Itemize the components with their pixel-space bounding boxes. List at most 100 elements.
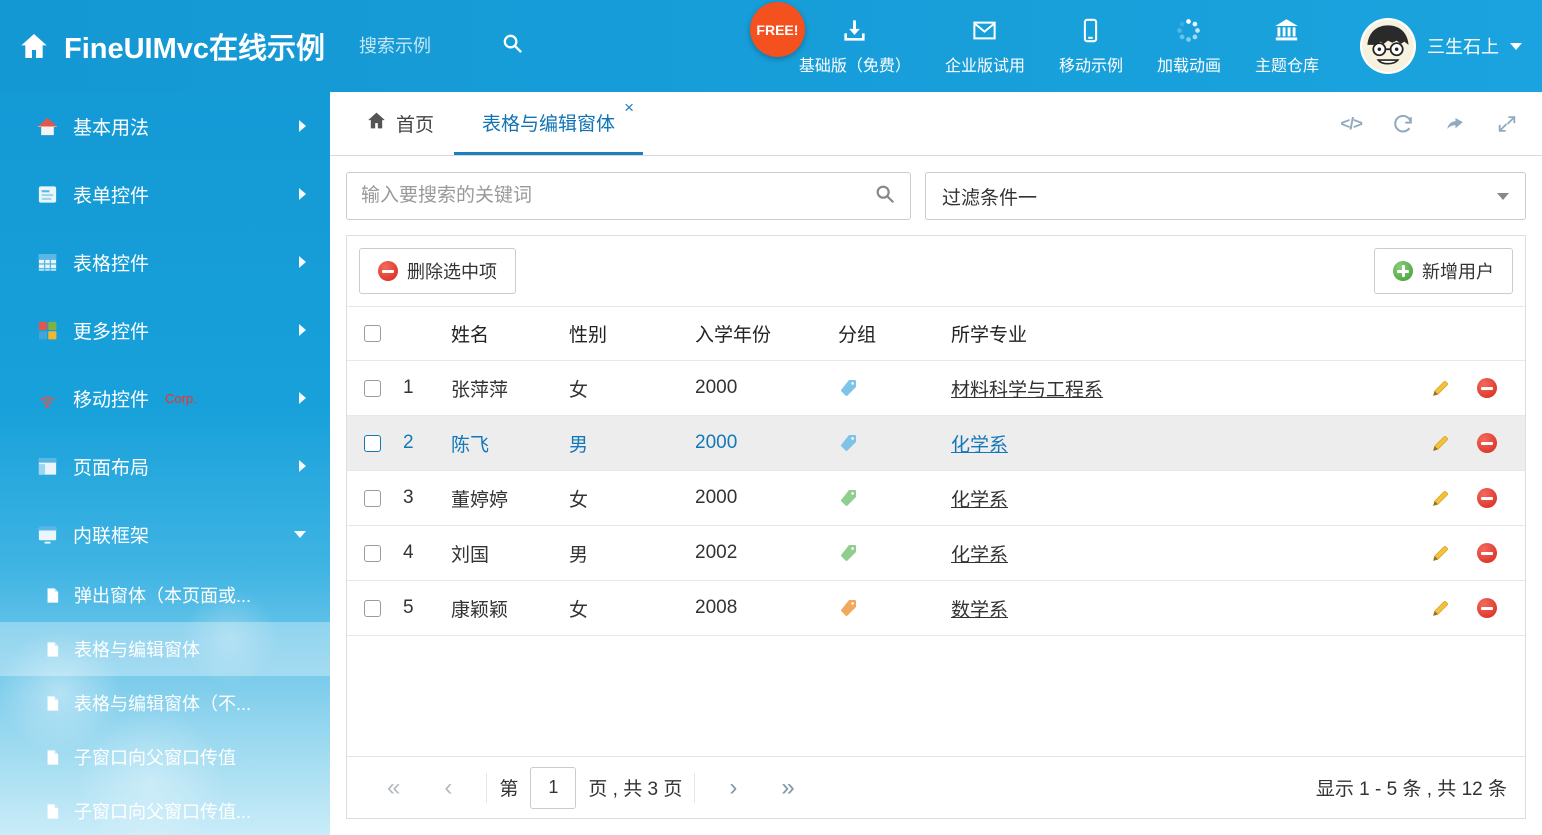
edit-icon[interactable]	[1431, 433, 1451, 453]
sidebar-subitem-popup-window[interactable]: 弹出窗体（本页面或...	[0, 568, 330, 622]
chevron-right-icon	[299, 120, 306, 132]
delete-icon[interactable]	[1477, 598, 1497, 618]
prev-page-button[interactable]: ‹	[422, 776, 474, 800]
user-menu[interactable]: 三生石上	[1360, 0, 1522, 92]
major-link[interactable]: 化学系	[951, 545, 1008, 566]
share-icon[interactable]	[1444, 113, 1466, 135]
row-checkbox[interactable]	[364, 490, 381, 507]
major-link[interactable]: 化学系	[951, 435, 1008, 456]
first-page-button[interactable]: «	[365, 776, 422, 800]
page-label-before: 第	[499, 774, 518, 801]
keyword-search-input[interactable]	[361, 185, 864, 207]
col-header-major[interactable]: 所学专业	[945, 320, 1395, 347]
major-link[interactable]: 数学系	[951, 600, 1008, 621]
tag-icon	[838, 543, 858, 563]
row-checkbox[interactable]	[364, 435, 381, 452]
col-header-group[interactable]: 分组	[832, 320, 945, 347]
tag-icon	[838, 598, 858, 618]
nav-item-enterprise-trial[interactable]: 企业版试用	[928, 0, 1042, 92]
col-header-name[interactable]: 姓名	[445, 320, 563, 347]
fullscreen-icon[interactable]	[1496, 113, 1518, 135]
sidebar-subitem-grid-edit-window-2[interactable]: 表格与编辑窗体（不...	[0, 676, 330, 730]
tab-tools: </>	[1340, 92, 1526, 155]
sidebar-item-mobile-controls[interactable]: 移动控件 Corp.	[0, 364, 330, 432]
filter-dropdown[interactable]: 过滤条件一	[925, 172, 1526, 220]
delete-icon[interactable]	[1477, 378, 1497, 398]
file-icon	[44, 641, 61, 658]
cell-gender: 男	[563, 540, 689, 567]
filter-row: 过滤条件一	[346, 172, 1526, 220]
delete-icon[interactable]	[1477, 433, 1497, 453]
page-number-input[interactable]	[530, 767, 576, 809]
table-icon	[36, 251, 59, 274]
sidebar-subitem-child-to-parent[interactable]: 子窗口向父窗口传值	[0, 730, 330, 784]
delete-selected-button[interactable]: 删除选中项	[359, 248, 516, 294]
pagination-bar: « ‹ 第 页 , 共 3 页 › » 显示 1 - 5 条 , 共 12 条	[347, 756, 1525, 818]
page-label-after: 页 , 共 3 页	[588, 774, 682, 801]
sidebar-item-grid-controls[interactable]: 表格控件	[0, 228, 330, 296]
source-code-icon[interactable]: </>	[1340, 114, 1362, 134]
file-icon	[44, 803, 61, 820]
plus-circle-icon	[1393, 261, 1413, 281]
sidebar-subitem-child-to-parent-2[interactable]: 子窗口向父窗口传值...	[0, 784, 330, 835]
spinner-icon	[1175, 17, 1202, 44]
table-row-selected[interactable]: 2 陈飞 男 2000 化学系	[347, 416, 1525, 471]
brand[interactable]: FineUIMvc在线示例	[18, 0, 325, 92]
download-icon	[841, 17, 868, 44]
delete-icon[interactable]	[1477, 543, 1497, 563]
file-icon	[44, 749, 61, 766]
major-link[interactable]: 化学系	[951, 490, 1008, 511]
sidebar-item-iframe[interactable]: 内联框架	[0, 500, 330, 568]
cell-gender: 男	[563, 430, 689, 457]
nav-item-mobile-demo[interactable]: 移动示例	[1042, 0, 1140, 92]
house-icon	[36, 115, 59, 138]
nav-item-basic-edition[interactable]: FREE! 基础版（免费）	[782, 0, 928, 92]
delete-icon[interactable]	[1477, 488, 1497, 508]
col-header-gender[interactable]: 性别	[563, 320, 689, 347]
chevron-right-icon	[299, 256, 306, 268]
record-count-summary: 显示 1 - 5 条 , 共 12 条	[1316, 774, 1507, 801]
edit-icon[interactable]	[1431, 598, 1451, 618]
close-icon[interactable]: ×	[624, 99, 634, 116]
keyword-search-box	[346, 172, 911, 220]
edit-icon[interactable]	[1431, 543, 1451, 563]
app-title: FineUIMvc在线示例	[64, 25, 325, 67]
sidebar: 基本用法 表单控件 表格控件 更多控件 移动控件 Corp. 页面布局	[0, 92, 330, 835]
sidebar-subitem-grid-edit-window[interactable]: 表格与编辑窗体	[0, 622, 330, 676]
nav-label: 基础版（免费）	[799, 52, 911, 76]
sidebar-item-form-controls[interactable]: 表单控件	[0, 160, 330, 228]
sidebar-item-more-controls[interactable]: 更多控件	[0, 296, 330, 364]
table-row[interactable]: 5 康颖颖 女 2008 数学系	[347, 581, 1525, 636]
header-search-input[interactable]	[359, 36, 489, 57]
select-all-checkbox[interactable]	[364, 325, 381, 342]
blocks-icon	[36, 319, 59, 342]
tab-home[interactable]: 首页	[346, 92, 454, 155]
table-row[interactable]: 3 董婷婷 女 2000 化学系	[347, 471, 1525, 526]
next-page-button[interactable]: ›	[707, 776, 759, 800]
refresh-icon[interactable]	[1392, 113, 1414, 135]
row-checkbox[interactable]	[364, 600, 381, 617]
row-checkbox[interactable]	[364, 545, 381, 562]
form-icon	[36, 183, 59, 206]
sidebar-item-page-layout[interactable]: 页面布局	[0, 432, 330, 500]
add-user-button[interactable]: 新增用户	[1374, 248, 1513, 294]
search-icon[interactable]	[874, 183, 896, 210]
cell-year: 2002	[689, 542, 832, 564]
row-checkbox[interactable]	[364, 380, 381, 397]
edit-icon[interactable]	[1431, 488, 1451, 508]
cell-name: 董婷婷	[445, 485, 563, 512]
last-page-button[interactable]: »	[759, 776, 816, 800]
cell-year: 2008	[689, 597, 832, 619]
cell-year: 2000	[689, 487, 832, 509]
table-row[interactable]: 4 刘国 男 2002 化学系	[347, 526, 1525, 581]
nav-item-theme-store[interactable]: 主题仓库	[1238, 0, 1336, 92]
major-link[interactable]: 材料科学与工程系	[951, 380, 1103, 401]
nav-item-loading-animation[interactable]: 加载动画	[1140, 0, 1238, 92]
search-icon[interactable]	[501, 32, 524, 60]
sidebar-item-basic-usage[interactable]: 基本用法	[0, 92, 330, 160]
edit-icon[interactable]	[1431, 378, 1451, 398]
row-number: 1	[397, 377, 445, 399]
col-header-year[interactable]: 入学年份	[689, 320, 832, 347]
tab-grid-edit-window[interactable]: 表格与编辑窗体 ×	[454, 92, 643, 155]
table-row[interactable]: 1 张萍萍 女 2000 材料科学与工程系	[347, 361, 1525, 416]
